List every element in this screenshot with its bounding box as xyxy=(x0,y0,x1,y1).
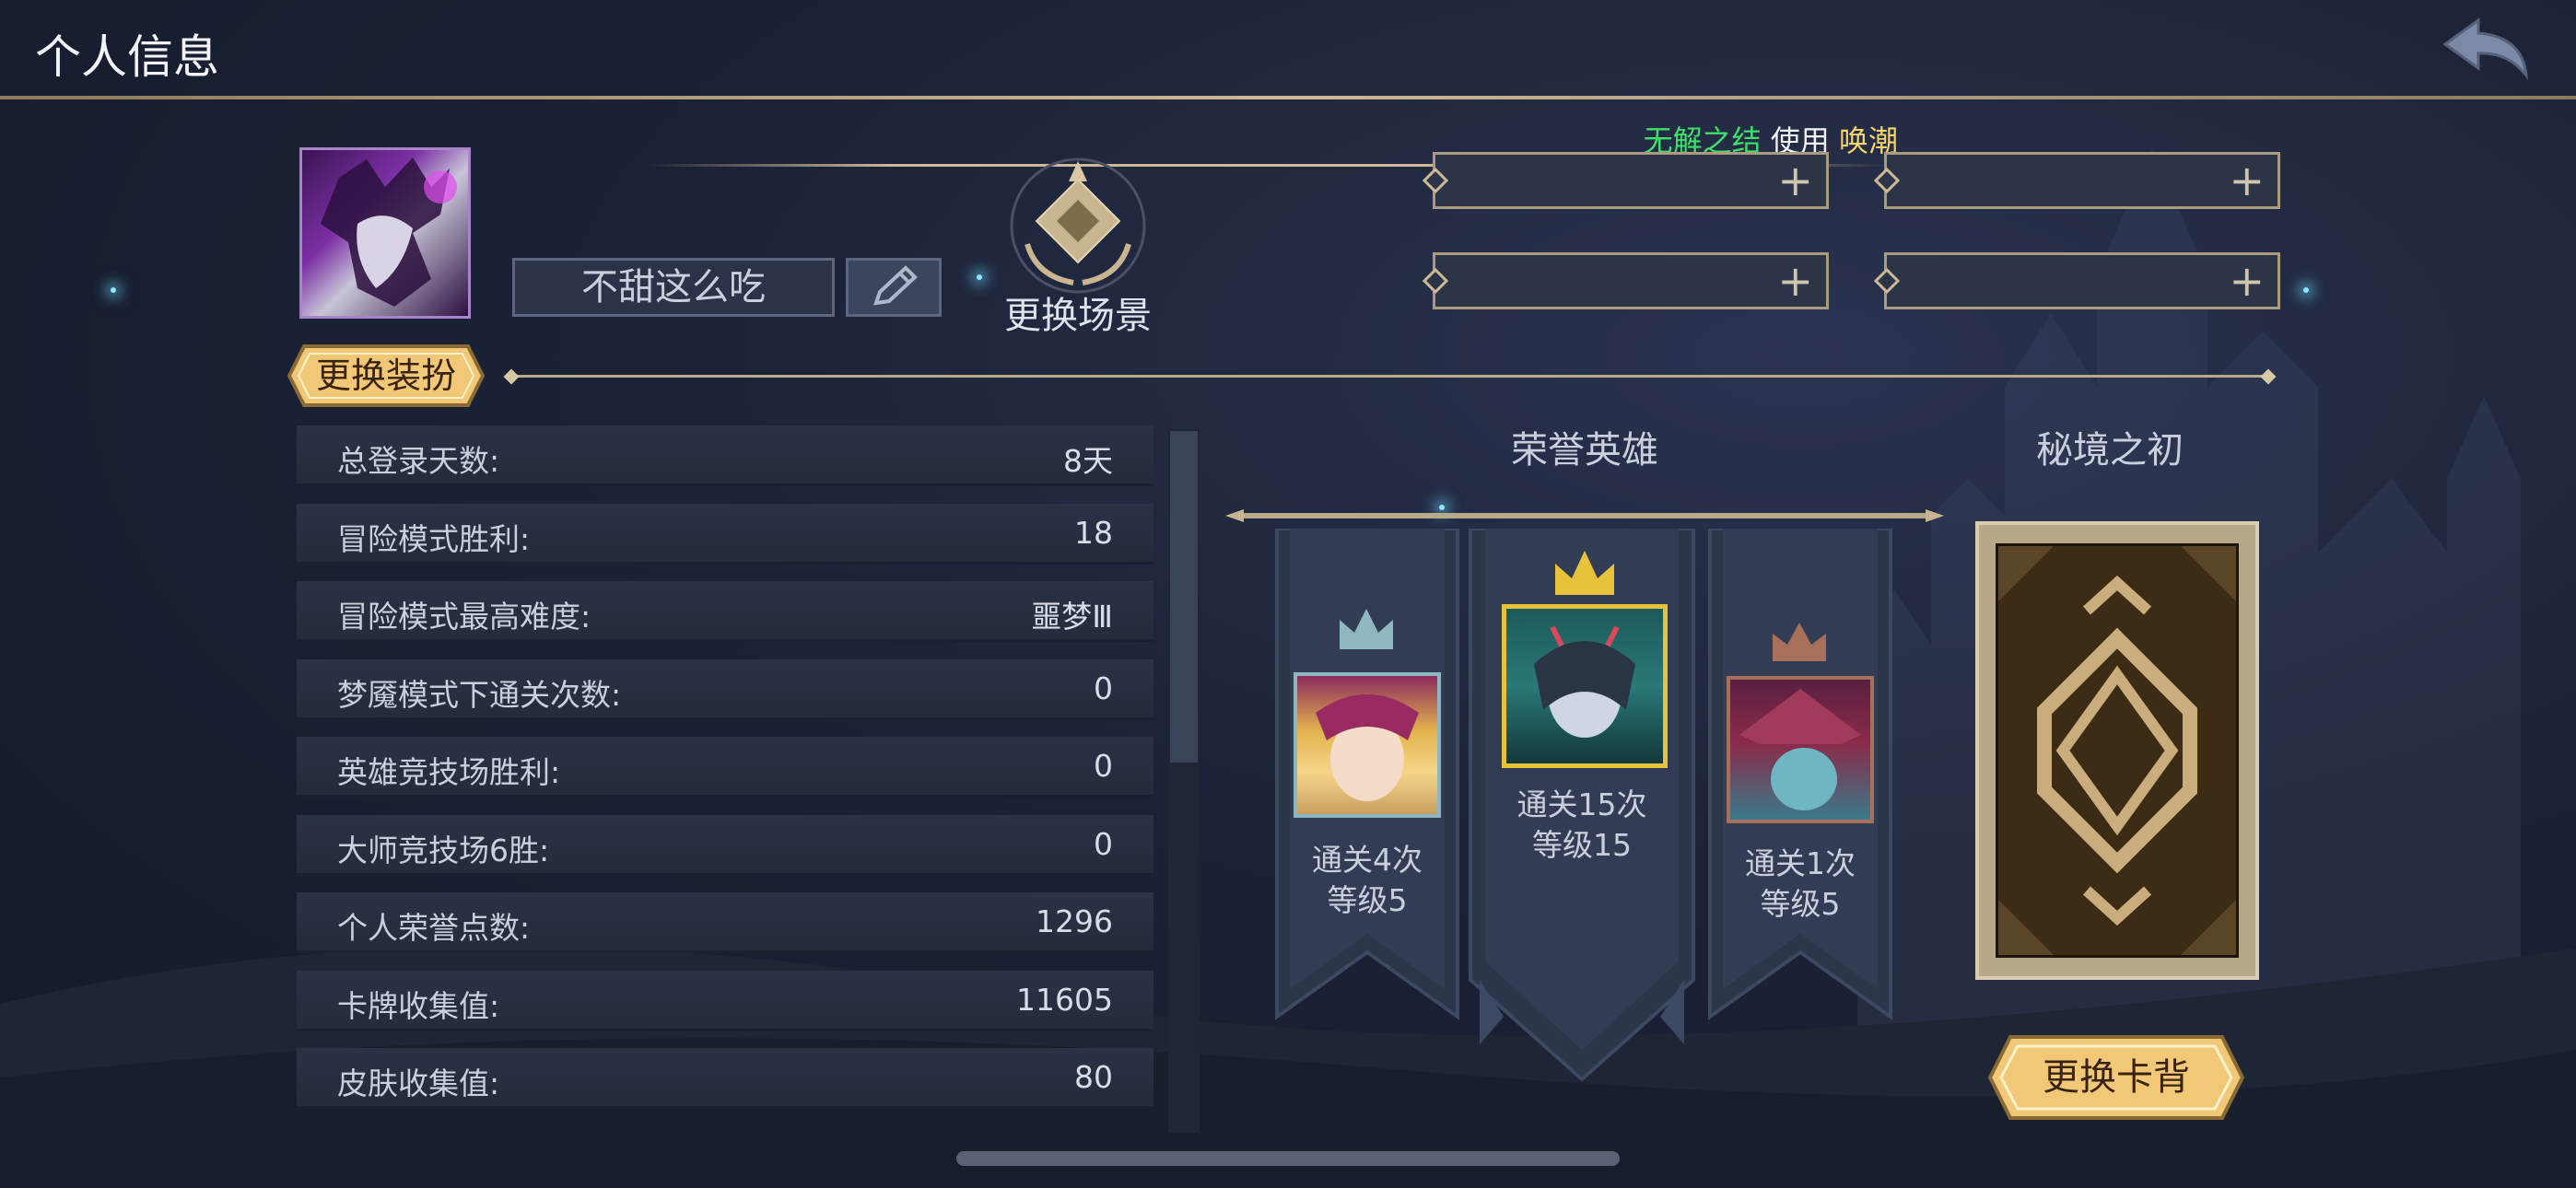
sparkle-star xyxy=(977,274,982,280)
header-bar: 个人信息 xyxy=(0,0,2576,99)
scrollbar-thumb[interactable] xyxy=(1170,431,1198,763)
stat-value: 80 xyxy=(1074,1059,1113,1095)
card-back-art xyxy=(1996,543,2239,958)
stat-value: 0 xyxy=(1094,748,1113,784)
player-name-field[interactable]: 不甜这么吃 xyxy=(512,258,835,317)
hero-info-rank-1: 通关15次 等级15 xyxy=(1490,785,1674,866)
change-scene-button[interactable] xyxy=(1000,152,1156,299)
hero-face-art xyxy=(1739,689,1861,810)
stat-row-skin-collection: 皮肤收集值: 80 xyxy=(297,1048,1153,1109)
stat-row-arena-wins: 英雄竞技场胜利: 0 xyxy=(297,737,1153,798)
change-outfit-button[interactable]: 更换装扮 xyxy=(286,343,486,409)
card-back-emblem-icon xyxy=(1998,546,2236,955)
stat-value: 噩梦Ⅲ xyxy=(1031,599,1113,635)
plus-icon: + xyxy=(1777,256,1813,306)
banner-rod xyxy=(1225,509,1944,522)
card-back-title: 秘境之初 xyxy=(2036,429,2184,472)
hero-level: 等级15 xyxy=(1532,827,1632,863)
chessboard-scene-icon xyxy=(1010,157,1146,294)
hero-clears: 通关15次 xyxy=(1516,786,1647,822)
slot-diamond-ornament xyxy=(1422,267,1449,295)
page-title: 个人信息 xyxy=(35,30,219,84)
hero-level: 等级5 xyxy=(1760,886,1841,922)
stat-value: 11605 xyxy=(1016,981,1113,1018)
stat-value: 8天 xyxy=(1063,443,1113,479)
stat-row-login-days: 总登录天数: 8天 xyxy=(297,425,1153,486)
stat-row-adventure-difficulty: 冒险模式最高难度: 噩梦Ⅲ xyxy=(297,581,1153,642)
player-avatar[interactable] xyxy=(299,147,471,319)
stat-label: 大师竞技场6胜: xyxy=(337,832,550,868)
equip-slot-3[interactable]: + xyxy=(1422,252,1829,309)
horizontal-scroll-indicator[interactable] xyxy=(956,1151,1620,1166)
avatar-portrait-art xyxy=(321,157,457,307)
change-card-back-label: 更换卡背 xyxy=(2043,1056,2190,1099)
stat-value: 0 xyxy=(1094,825,1113,862)
stats-list: 总登录天数: 8天 冒险模式胜利: 18 冒险模式最高难度: 噩梦Ⅲ 梦魇模式下… xyxy=(297,425,1153,1126)
gold-crown-icon xyxy=(1555,551,1614,595)
divider-end-dot xyxy=(503,368,520,385)
stat-label: 冒险模式胜利: xyxy=(337,520,531,557)
stat-row-honor-points: 个人荣誉点数: 1296 xyxy=(297,892,1153,953)
hero-face-art xyxy=(1534,625,1635,738)
stat-row-nightmare-clears: 梦魇模式下通关次数: 0 xyxy=(297,658,1153,720)
hero-portrait-rank-2[interactable] xyxy=(1294,672,1441,818)
hero-info-rank-3: 通关1次 等级5 xyxy=(1706,844,1894,925)
stat-label: 英雄竞技场胜利: xyxy=(337,754,561,790)
bronze-crown-icon xyxy=(1773,623,1826,661)
hero-level: 等级5 xyxy=(1327,882,1408,918)
hero-face-art xyxy=(1316,694,1419,801)
back-arrow-icon xyxy=(2442,17,2528,81)
sparkle-star xyxy=(2303,287,2309,293)
change-card-back-button[interactable]: 更换卡背 xyxy=(1986,1031,2246,1124)
stat-label: 梦魇模式下通关次数: xyxy=(337,676,622,713)
equip-slot-2[interactable]: + xyxy=(1873,152,2280,209)
equip-slot-4[interactable]: + xyxy=(1873,252,2280,309)
hero-portrait-rank-3[interactable] xyxy=(1727,676,1874,823)
stat-label: 皮肤收集值: xyxy=(337,1066,500,1101)
stat-label: 冒险模式最高难度: xyxy=(337,599,591,635)
header-divider xyxy=(0,96,2576,99)
plus-icon: + xyxy=(2229,256,2265,306)
stat-label: 卡牌收集值: xyxy=(337,987,500,1024)
stat-row-card-collection: 卡牌收集值: 11605 xyxy=(297,970,1153,1031)
hero-portrait-rank-1[interactable] xyxy=(1502,604,1668,768)
back-button[interactable] xyxy=(2441,17,2534,81)
equip-slot-1[interactable]: + xyxy=(1422,152,1829,209)
hero-clears: 通关4次 xyxy=(1312,842,1423,878)
edit-name-button[interactable] xyxy=(846,258,942,317)
section-divider xyxy=(507,375,2271,378)
stat-value: 0 xyxy=(1094,670,1113,706)
pencil-icon xyxy=(873,265,918,306)
stat-value: 1296 xyxy=(1036,903,1113,939)
stat-label: 总登录天数: xyxy=(337,443,500,479)
plus-icon: + xyxy=(2229,156,2265,205)
plus-icon: + xyxy=(1777,156,1813,205)
card-back-preview[interactable] xyxy=(1975,521,2259,980)
sparkle-star xyxy=(111,287,116,293)
hero-info-rank-2: 通关4次 等级5 xyxy=(1275,840,1459,921)
change-outfit-label: 更换装扮 xyxy=(315,355,456,396)
silver-crown-icon xyxy=(1340,609,1393,649)
stats-scrollbar[interactable] xyxy=(1168,429,1200,1133)
stat-value: 18 xyxy=(1074,514,1113,551)
stat-row-master-arena: 大师竞技场6胜: 0 xyxy=(297,814,1153,876)
honor-heroes-title: 荣誉英雄 xyxy=(1511,429,1658,472)
change-scene-label: 更换场景 xyxy=(1004,295,1152,337)
stat-row-adventure-wins: 冒险模式胜利: 18 xyxy=(297,503,1153,565)
stat-label: 个人荣誉点数: xyxy=(337,910,531,946)
hero-clears: 通关1次 xyxy=(1745,845,1856,881)
slot-diamond-ornament xyxy=(1422,167,1449,194)
